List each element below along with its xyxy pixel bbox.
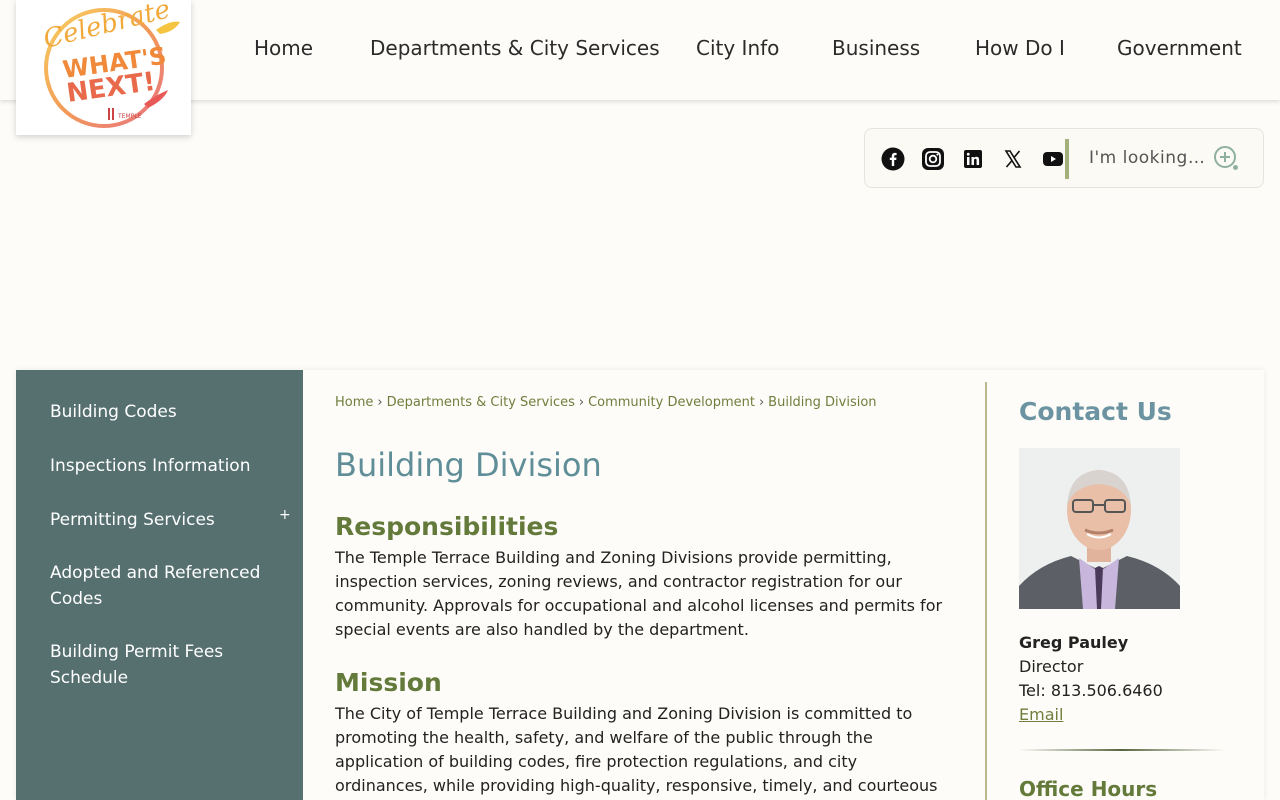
expand-permitting-icon[interactable]: + (279, 507, 291, 523)
breadcrumb-separator: › (377, 395, 383, 410)
mission-text: The City of Temple Terrace Building and … (335, 704, 938, 795)
site-header: Home Departments & City Services City In… (0, 0, 1280, 100)
contact-title: Contact Us (1019, 397, 1172, 426)
breadcrumb: Home › Departments & City Services › Communi… (335, 395, 877, 410)
sidebar-nav: Building Codes Inspections Information P… (16, 370, 303, 800)
nav-government[interactable]: Government (1117, 36, 1242, 60)
svg-text:TEMPLE: TEMPLE (117, 113, 142, 120)
facebook-icon[interactable] (881, 147, 905, 171)
instagram-icon[interactable] (921, 147, 945, 171)
sidebar-item-adopted-codes[interactable]: Adopted and Referenced Codes (50, 560, 270, 612)
breadcrumb-community-development[interactable]: Community Development (588, 395, 755, 410)
responsibilities-text: The Temple Terrace Building and Zoning D… (335, 548, 943, 639)
contact-email-link[interactable]: Email (1019, 705, 1063, 724)
breadcrumb-separator: › (758, 395, 765, 410)
contact-role: Director (1019, 657, 1084, 676)
sidebar-item-building-codes[interactable]: Building Codes (50, 399, 270, 425)
breadcrumb-current[interactable]: Building Division (768, 395, 876, 410)
contact-name: Greg Pauley (1019, 633, 1129, 652)
breadcrumb-home[interactable]: Home (335, 395, 373, 410)
search-icon[interactable] (1213, 145, 1241, 173)
mission-heading: Mission (335, 668, 442, 697)
director-photo (1019, 448, 1180, 609)
contact-phone: Tel: 813.506.6460 (1019, 681, 1163, 700)
nav-business[interactable]: Business (832, 36, 920, 60)
sidebar-item-inspections[interactable]: Inspections Information (50, 453, 270, 479)
content-divider (985, 382, 987, 800)
responsibilities-heading: Responsibilities (335, 512, 559, 541)
breadcrumb-departments[interactable]: Departments & City Services (387, 395, 575, 410)
site-logo[interactable]: Celebrate WHAT'S NEXT! TEMPLE (16, 0, 191, 135)
main-container: Building Codes Inspections Information P… (16, 370, 1264, 800)
sidebar-item-fees-schedule[interactable]: Building Permit Fees Schedule (50, 639, 270, 691)
youtube-icon[interactable] (1041, 147, 1065, 171)
nav-departments[interactable]: Departments & City Services (370, 36, 660, 60)
nav-home[interactable]: Home (254, 36, 313, 60)
toolbar-divider (1065, 139, 1069, 179)
linkedin-icon[interactable] (961, 147, 985, 171)
sidebar-item-permitting[interactable]: Permitting Services (50, 507, 270, 533)
nav-how-do-i[interactable]: How Do I (975, 36, 1065, 60)
social-search-bar: I'm looking for... (864, 128, 1264, 188)
page-title: Building Division (335, 446, 602, 484)
contact-divider (1019, 749, 1224, 751)
breadcrumb-separator: › (578, 395, 585, 410)
x-icon[interactable] (1001, 147, 1025, 171)
search-input[interactable]: I'm looking for... (1089, 148, 1209, 168)
nav-city-info[interactable]: City Info (696, 36, 779, 60)
office-hours-heading: Office Hours (1019, 777, 1158, 800)
celebrate-logo-graphic: Celebrate WHAT'S NEXT! TEMPLE (40, 0, 180, 128)
